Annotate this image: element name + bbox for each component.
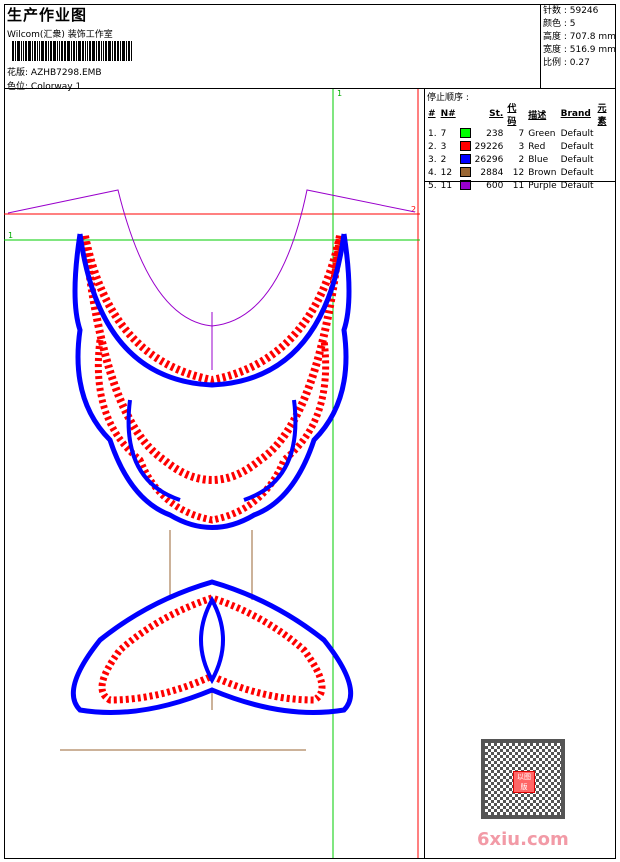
collar-lace [72,233,352,530]
row-code: 12 [512,167,525,178]
col-needle: N# [440,109,456,119]
row-brand: Default [560,167,594,178]
design-preview: 1 2 1 [4,89,425,859]
company-name: Wilcom(汇衆) 装饰工作室 [7,30,113,40]
table-row: 2. 3 29226 3 Red Default [426,140,616,153]
design-width: 宽度 : 516.9 mm [543,45,616,55]
embroidery-drawing: 1 2 1 [4,89,420,858]
row-index: 3. [428,154,437,165]
row-element [596,140,616,153]
design-label: 花版: [7,68,29,78]
swatch-box [459,154,471,165]
color-swatch [458,140,473,153]
barcode [12,41,156,61]
design-stats: 针数 : 59246 颜色 : 5 高度 : 707.8 mm 宽度 : 516… [541,4,616,89]
row-stitches: 26296 [474,154,504,165]
stop-sequence-panel: 停止顺序 : # N# St. 代码 描述 Brand 元素 1. 7 238 … [425,89,616,859]
swatch-box [459,128,471,139]
row-needle: 7 [440,128,447,139]
stitch-count: 针数 : 59246 [543,6,599,16]
row-description: Brown [528,167,557,178]
col-index: # [428,109,436,119]
row-brand: Default [560,154,594,165]
marker-h2: 2 [411,205,416,214]
table-row: 1. 7 238 7 Green Default [426,127,616,140]
row-element [596,153,616,166]
col-code: 代码 [507,104,517,127]
row-index: 2. [428,141,437,152]
swatch-box [459,141,471,152]
table-row: 3. 2 26296 2 Blue Default [426,153,616,166]
row-stitches: 29226 [474,141,504,152]
marker-v1: 1 [337,89,342,98]
table-row: 4. 12 2884 12 Brown Default [426,166,616,179]
row-brand: Default [560,128,594,139]
color-count: 颜色 : 5 [543,19,576,29]
swatch-box [459,167,471,178]
row-brand: Default [560,141,594,152]
seal-stamp: 以图版 [513,771,535,793]
color-swatch [458,166,473,179]
row-code: 2 [518,154,525,165]
col-element: 元素 [597,104,607,127]
center-petal [199,595,225,685]
row-index: 1. [428,128,437,139]
header-info: 生产作业图 Wilcom(汇衆) 装饰工作室 花版: AZHB7298.EMB … [4,4,541,92]
design-height: 高度 : 707.8 mm [543,32,616,42]
row-index: 4. [428,167,437,178]
row-element [596,166,616,179]
stop-sequence-table: # N# St. 代码 描述 Brand 元素 1. 7 238 7 Green… [426,101,616,192]
row-element [596,127,616,140]
col-stitches: St. [489,109,504,119]
row-needle: 2 [440,154,447,165]
marker-h1: 1 [8,231,13,240]
page-title: 生产作业图 [7,6,88,24]
row-description: Green [528,128,556,139]
col-swatch [458,101,473,127]
row-needle: 3 [440,141,447,152]
color-swatch [458,153,473,166]
col-brand: Brand [560,109,591,119]
table-divider [425,181,616,182]
design-scale: 比例 : 0.27 [543,58,590,68]
row-needle: 12 [440,167,453,178]
design-file: 花版: AZHB7298.EMB [7,65,102,78]
col-description: 描述 [528,110,547,121]
color-swatch [458,127,473,140]
design-value: AZHB7298.EMB [30,68,102,78]
qr-code: 以图版 [481,739,565,819]
row-stitches: 238 [486,128,504,139]
row-description: Red [528,141,546,152]
row-code: 7 [518,128,525,139]
row-code: 3 [518,141,525,152]
neckline-outline [7,189,416,327]
row-description: Blue [528,154,549,165]
watermark: 6xiu.com [477,829,569,850]
row-stitches: 2884 [480,167,504,178]
